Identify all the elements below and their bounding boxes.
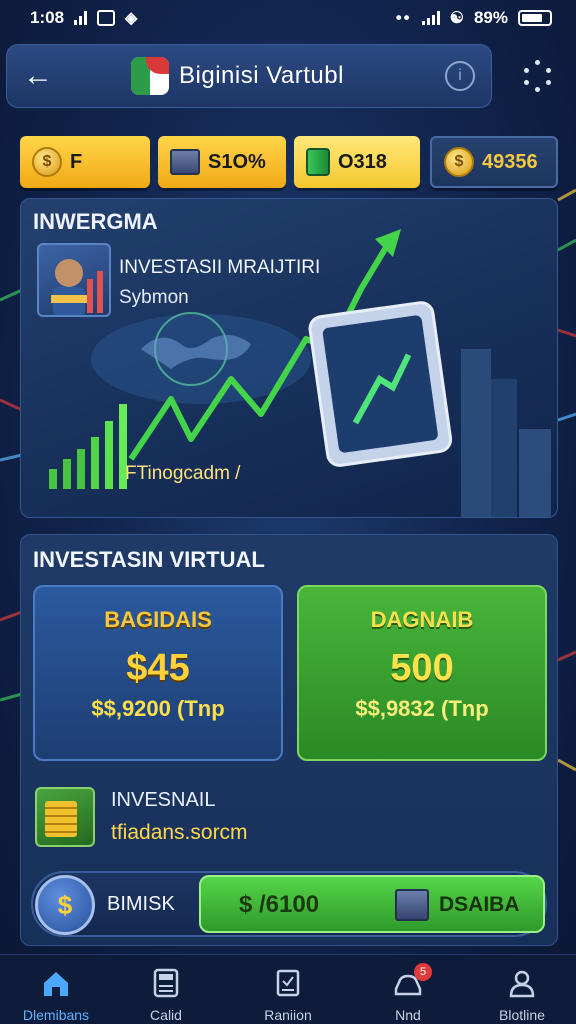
card-label: BAGIDAIS [104, 607, 212, 632]
dot [546, 68, 551, 73]
status-time: 1:08 [30, 8, 65, 27]
investment-card-right[interactable]: DAGNAIB 500 $$,9832 (Tnp [297, 585, 547, 761]
action-right-label: DSAIBA [439, 893, 520, 916]
nav-item-profile[interactable]: Blotline [466, 961, 576, 1023]
back-button[interactable]: ← [23, 59, 63, 93]
battery-percent: 89% [473, 8, 508, 27]
nav-label: Calid [150, 1007, 182, 1023]
green-bill-icon [306, 148, 330, 176]
chip-value: 49356 [482, 150, 538, 173]
action-left-label[interactable]: BIMISK [107, 893, 175, 916]
hero-panel[interactable]: INWERGMA INVESTASII MRAIJTIRI Sybmon FTi… [20, 198, 558, 518]
hero-subtitle: INVESTASII MRAIJTIRI [119, 257, 321, 278]
hero-caption: FTinogcadm / [125, 463, 241, 484]
card-subvalue: $$,9200 (Tnp [91, 696, 225, 721]
stat-chips: $ F S1O% O318 $ 49356 [20, 136, 558, 190]
wifi-icon: ☯ [449, 10, 464, 27]
calculator-icon [153, 968, 179, 998]
chip-coins[interactable]: $ F [20, 136, 150, 188]
hero-title: INWERGMA [33, 209, 158, 234]
dots-icon: •• [395, 8, 412, 27]
notification-badge: 5 [414, 963, 432, 981]
investment-info-row[interactable]: INVESNAIL tfiadans.sorcm [35, 785, 545, 855]
car-icon: 5 [392, 963, 432, 999]
home-icon [44, 972, 68, 996]
chip-bills[interactable]: O318 [294, 136, 420, 188]
coin-badge-icon: $ [35, 875, 95, 935]
stack-box-icon [395, 889, 429, 921]
status-bar: 1:08 ◈ •• ☯ 89% [0, 0, 576, 36]
nav-label: Dlemibans [22, 1007, 90, 1023]
money-stack-icon [35, 787, 95, 847]
invest-action-button[interactable]: $ /6100 DSAIBA [199, 875, 545, 933]
bottom-navigation: Dlemibans Calid Raniion 5 Nnd Blotline [0, 954, 576, 1024]
dot [535, 87, 540, 92]
card-subvalue: $$,9832 (Tnp [355, 696, 489, 721]
coin-icon: $ [444, 147, 474, 177]
app-logo-icon [131, 57, 169, 95]
dot [524, 80, 529, 85]
hero-subtitle-secondary: Sybmon [119, 287, 189, 308]
chip-value: F [70, 150, 83, 173]
battery-icon [518, 10, 552, 26]
nav-item-market[interactable]: 5 Nnd [352, 961, 464, 1023]
nav-label: Nnd [395, 1007, 421, 1023]
nav-item-home[interactable]: Dlemibans [0, 961, 112, 1023]
investment-card-left[interactable]: BAGIDAIS $45 $$,9200 (Tnp [33, 585, 283, 761]
info-row-link[interactable]: tfiadans.sorcm [111, 821, 248, 845]
card-value: 500 [390, 647, 454, 689]
card-value: $45 [126, 647, 190, 689]
action-bar: $ BIMISK $ /6100 DSAIBA [31, 871, 547, 937]
investor-avatar [37, 243, 111, 317]
chip-value: S1O% [208, 150, 266, 173]
chip-value: O318 [338, 150, 387, 173]
action-amount: $ /6100 [239, 891, 320, 918]
investasi-title: INVESTASIN VIRTUAL [33, 547, 265, 572]
info-row-title: INVESNAIL [111, 789, 216, 811]
dot [546, 80, 551, 85]
nav-label: Blotline [499, 1007, 545, 1023]
menu-button[interactable] [518, 60, 558, 92]
card-label: DAGNAIB [370, 607, 474, 632]
app-title: Biginisi Vartubl [179, 62, 344, 89]
dot [524, 68, 529, 73]
chip-balance[interactable]: $ 49356 [430, 136, 558, 188]
nav-item-report[interactable]: Raniion [232, 961, 344, 1023]
document-icon [276, 969, 300, 997]
gallery-icon [97, 10, 116, 26]
shield-icon: ◈ [125, 10, 138, 27]
stack-box-icon [170, 149, 200, 175]
cell-signal-icon [421, 11, 440, 25]
coin-stack-icon: $ [32, 147, 62, 177]
investasi-panel: INVESTASIN VIRTUAL BAGIDAIS $45 $$,9200 … [20, 534, 558, 946]
chip-percent[interactable]: S1O% [158, 136, 286, 188]
app-header: ← Biginisi Vartubl i [6, 44, 492, 108]
signal-icon [74, 11, 88, 25]
nav-item-calc[interactable]: Calid [110, 961, 222, 1023]
dot [535, 60, 540, 65]
info-button[interactable]: i [445, 61, 475, 91]
nav-label: Raniion [264, 1007, 312, 1023]
user-icon [509, 970, 535, 998]
